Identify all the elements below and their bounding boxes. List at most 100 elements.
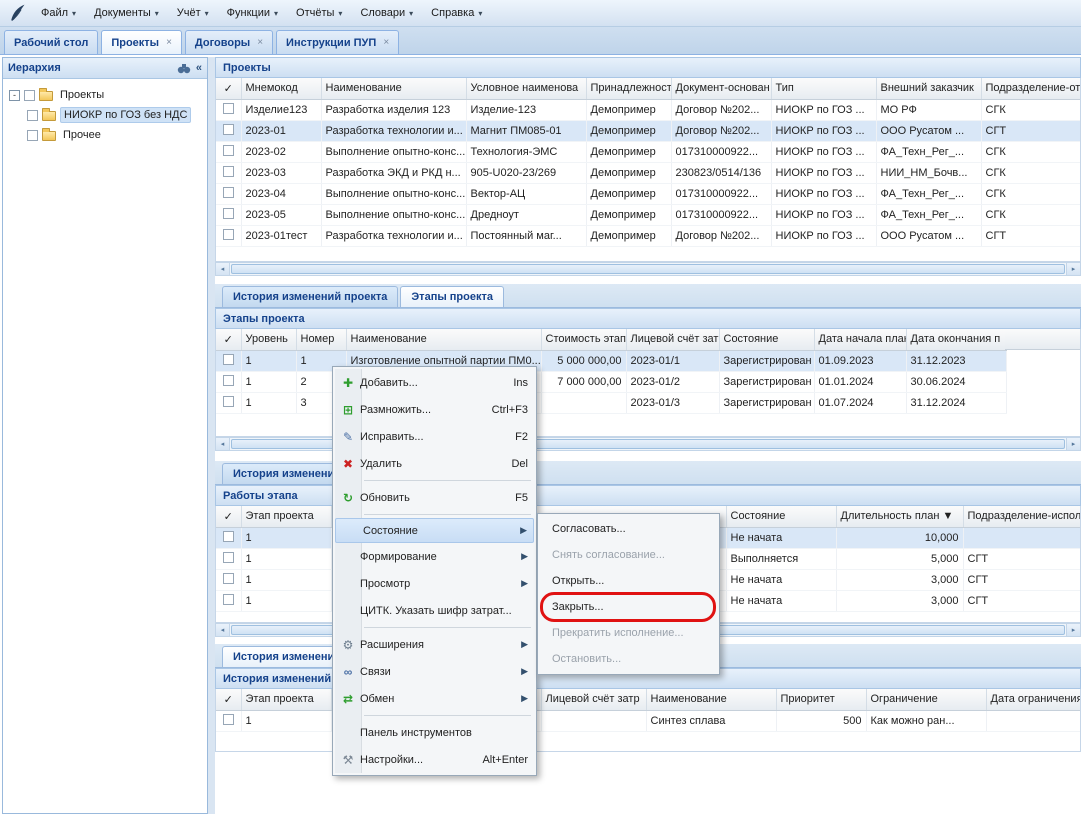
select-all-header[interactable]: ✓ (216, 78, 241, 99)
menu-item[interactable]: Открыть... (538, 568, 719, 594)
tab-close-icon[interactable]: × (166, 37, 172, 48)
row-checkbox[interactable] (223, 354, 234, 365)
menubar-item[interactable]: Учёт▾ (168, 2, 218, 24)
tree-expander-icon[interactable]: - (9, 90, 20, 101)
column-header[interactable]: Дата окончания п (906, 329, 1006, 350)
row-checkbox[interactable] (223, 208, 234, 219)
table-row[interactable]: 2023-02Выполнение опытно-конс...Технолог… (216, 141, 1081, 162)
tree-item[interactable]: Прочее (5, 125, 205, 145)
scroll-right-icon[interactable]: ▸ (1066, 624, 1080, 636)
tab-Этапы проекта[interactable]: Этапы проекта (400, 286, 504, 307)
tab-Рабочий стол[interactable]: Рабочий стол (4, 30, 98, 54)
table-row[interactable]: 2023-03Разработка ЭКД и РКД н...905-U020… (216, 162, 1081, 183)
scroll-thumb[interactable] (231, 264, 1065, 274)
scroll-right-icon[interactable]: ▸ (1066, 263, 1080, 275)
row-checkbox[interactable] (223, 573, 234, 584)
collapse-panel-icon[interactable]: « (196, 62, 202, 74)
menu-item[interactable]: ⊞Размножить...Ctrl+F3 (333, 396, 536, 423)
row-checkbox[interactable] (223, 187, 234, 198)
column-header[interactable]: Условное наименова (466, 78, 586, 99)
menubar-item[interactable]: Отчёты▾ (287, 2, 351, 24)
panel-splitter[interactable] (208, 57, 215, 814)
menu-item[interactable]: ⚙Расширения▶ (333, 631, 536, 658)
tree-checkbox[interactable] (27, 110, 38, 121)
row-checkbox[interactable] (223, 229, 234, 240)
row-checkbox[interactable] (223, 552, 234, 563)
column-header[interactable]: Подразделение-исполн (963, 506, 1081, 527)
column-header[interactable]: Этап проекта (241, 689, 331, 710)
scroll-right-icon[interactable]: ▸ (1066, 438, 1080, 450)
row-checkbox[interactable] (223, 145, 234, 156)
table-row[interactable]: 2023-01тестРазработка технологии и...Пос… (216, 225, 1081, 246)
projects-hscrollbar[interactable]: ◂ ▸ (215, 262, 1081, 276)
tree-checkbox[interactable] (24, 90, 35, 101)
scroll-left-icon[interactable]: ◂ (216, 263, 230, 275)
menu-item[interactable]: Состояние▶ (335, 518, 534, 543)
menu-item[interactable]: ✚Добавить...Ins (333, 369, 536, 396)
menubar-item[interactable]: Словари▾ (351, 2, 422, 24)
column-header[interactable]: Ограничение (866, 689, 986, 710)
tab-История изменений проекта[interactable]: История изменений проекта (222, 286, 398, 307)
menu-item[interactable]: Закрыть... (538, 594, 719, 620)
tab-Договоры[interactable]: Договоры× (185, 30, 273, 54)
column-header[interactable]: Лицевой счёт затр (541, 689, 646, 710)
column-header[interactable]: Наименование (646, 689, 776, 710)
column-header[interactable]: Состояние (726, 506, 836, 527)
table-row[interactable]: 2023-05Выполнение опытно-конс...Дредноут… (216, 204, 1081, 225)
row-checkbox[interactable] (223, 531, 234, 542)
menu-item[interactable]: Просмотр▶ (333, 570, 536, 597)
column-header[interactable]: Мнемокод (241, 78, 321, 99)
column-header[interactable]: Документ-основан (671, 78, 771, 99)
tab-Инструкции ПУП[interactable]: Инструкции ПУП× (276, 30, 399, 54)
row-checkbox[interactable] (223, 714, 234, 725)
column-header[interactable]: Внешний заказчик (876, 78, 981, 99)
menu-item[interactable]: ∞Связи▶ (333, 658, 536, 685)
menubar-item[interactable]: Файл▾ (32, 2, 85, 24)
tree-item[interactable]: -Проекты (5, 85, 205, 105)
column-header[interactable]: Приоритет (776, 689, 866, 710)
column-header[interactable]: Длительность план ▼ (836, 506, 963, 527)
column-header[interactable]: Принадлежность (586, 78, 671, 99)
menu-item[interactable]: ⚒Настройки...Alt+Enter (333, 746, 536, 773)
column-header[interactable]: Дата ограничения (986, 689, 1081, 710)
table-row[interactable]: 2023-01Разработка технологии и...Магнит … (216, 120, 1081, 141)
scroll-left-icon[interactable]: ◂ (216, 624, 230, 636)
select-all-header[interactable]: ✓ (216, 506, 241, 527)
select-all-header[interactable]: ✓ (216, 689, 241, 710)
menu-item[interactable]: ⇄Обмен▶ (333, 685, 536, 712)
tree-item[interactable]: НИОКР по ГОЗ без НДС (5, 105, 205, 125)
tree-checkbox[interactable] (27, 130, 38, 141)
menu-item[interactable]: Панель инструментов (333, 719, 536, 746)
menubar-item[interactable]: Справка▾ (422, 2, 491, 24)
menu-item[interactable]: ✎Исправить...F2 (333, 423, 536, 450)
column-header[interactable]: Лицевой счёт затрат (626, 329, 719, 350)
row-checkbox[interactable] (223, 103, 234, 114)
column-header[interactable]: Наименование (321, 78, 466, 99)
row-checkbox[interactable] (223, 594, 234, 605)
column-header[interactable]: Номер (296, 329, 346, 350)
column-header[interactable]: Состояние (719, 329, 814, 350)
menu-item[interactable]: ЦИТК. Указать шифр затрат... (333, 597, 536, 624)
column-header[interactable]: Стоимость этапа (541, 329, 626, 350)
scroll-left-icon[interactable]: ◂ (216, 438, 230, 450)
tab-close-icon[interactable]: × (383, 37, 389, 48)
table-row[interactable]: Изделие123Разработка изделия 123Изделие-… (216, 99, 1081, 120)
menu-item[interactable]: ↻ОбновитьF5 (333, 484, 536, 511)
menu-item[interactable]: Согласовать... (538, 516, 719, 542)
column-header[interactable]: Этап проекта (241, 506, 331, 527)
binoculars-icon[interactable] (177, 62, 191, 74)
table-row[interactable]: 2023-04Выполнение опытно-конс...Вектор-А… (216, 183, 1081, 204)
menu-item[interactable]: Формирование▶ (333, 543, 536, 570)
select-all-header[interactable]: ✓ (216, 329, 241, 350)
column-header[interactable]: Подразделение-от (981, 78, 1081, 99)
column-header[interactable]: Наименование (346, 329, 541, 350)
column-header[interactable]: Уровень (241, 329, 296, 350)
menubar-item[interactable]: Документы▾ (85, 2, 168, 24)
row-checkbox[interactable] (223, 124, 234, 135)
column-header[interactable]: Дата начала план (814, 329, 906, 350)
column-header[interactable]: Тип (771, 78, 876, 99)
row-checkbox[interactable] (223, 396, 234, 407)
tab-Проекты[interactable]: Проекты× (101, 30, 182, 54)
menu-item[interactable]: ✖УдалитьDel (333, 450, 536, 477)
menubar-item[interactable]: Функции▾ (218, 2, 287, 24)
